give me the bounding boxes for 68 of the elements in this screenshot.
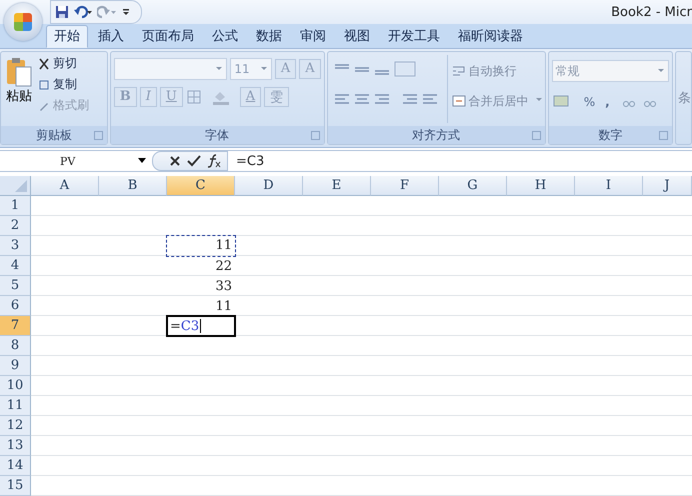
column-header[interactable]: B (99, 176, 167, 196)
column-header[interactable]: I (575, 176, 643, 196)
table-cell-text: 33 (215, 278, 233, 294)
ribbon-tab[interactable]: 数据 (248, 24, 290, 48)
column-header[interactable]: H (507, 176, 575, 196)
row-header[interactable]: 12 (0, 416, 31, 436)
column-header[interactable]: G (439, 176, 507, 196)
column-header[interactable]: J (643, 176, 692, 196)
formula-field[interactable]: =C3 (228, 154, 692, 168)
function-icon[interactable] (207, 154, 221, 168)
active-cell-input[interactable]: =C3 (166, 315, 236, 337)
table-cell-text: 22 (215, 258, 233, 274)
row-header[interactable]: 7 (0, 316, 31, 336)
group-label: 字体 (205, 126, 230, 144)
ribbon-tab[interactable]: 开发工具 (380, 24, 448, 48)
dialog-launcher-icon[interactable] (659, 131, 668, 140)
column-header[interactable]: D (235, 176, 303, 196)
window-title: Book2 - Micr (611, 4, 692, 20)
ribbon-tab[interactable]: 审阅 (292, 24, 334, 48)
row-header[interactable]: 1 (0, 196, 31, 216)
row-header[interactable]: 15 (0, 476, 31, 496)
scissors-icon (38, 58, 50, 70)
paste-button[interactable]: 粘贴 (4, 54, 34, 123)
copied-cell: 11 (167, 236, 235, 256)
row-header[interactable]: 6 (0, 296, 31, 316)
merge-cells-icon (452, 95, 466, 108)
cancel-icon[interactable] (169, 155, 181, 167)
ribbon-tab[interactable]: 页面布局 (134, 24, 202, 48)
ribbon-tab[interactable]: 视图 (336, 24, 378, 48)
wrap-text-icon (452, 65, 466, 78)
ribbon-tab[interactable]: 插入 (90, 24, 132, 48)
select-all-corner[interactable] (0, 176, 31, 196)
name-box[interactable]: PV (0, 151, 152, 171)
row-header[interactable]: 2 (0, 216, 31, 236)
dialog-launcher-icon[interactable] (94, 131, 103, 140)
dialog-launcher-icon[interactable] (532, 131, 541, 140)
ribbon-tab[interactable]: 福昕阅读器 (450, 24, 531, 48)
row-header[interactable]: 4 (0, 256, 31, 276)
column-header[interactable]: E (303, 176, 371, 196)
comma-button[interactable]: , (601, 94, 614, 109)
save-icon[interactable] (55, 5, 69, 19)
row-header[interactable]: 10 (0, 376, 31, 396)
check-icon[interactable] (187, 155, 201, 167)
column-header[interactable]: A (31, 176, 99, 196)
row-header[interactable]: 13 (0, 436, 31, 456)
clipboard-command[interactable]: 复制 (38, 76, 89, 94)
copy-icon (38, 78, 50, 91)
undo-icon[interactable] (73, 5, 93, 19)
ribbon-tab[interactable]: 开始 (46, 24, 88, 48)
office-button[interactable] (4, 3, 42, 41)
customize-icon[interactable] (121, 7, 131, 17)
dropdown-icon[interactable] (138, 158, 146, 164)
row-header[interactable]: 11 (0, 396, 31, 416)
group-label: 剪贴板 (36, 126, 72, 144)
column-header[interactable]: F (371, 176, 439, 196)
table-cell-text: 11 (215, 298, 233, 314)
percent-button[interactable]: % (580, 94, 600, 109)
ribbon-tab[interactable]: 公式 (204, 24, 246, 48)
column-header[interactable]: C (167, 176, 235, 196)
row-header[interactable]: 14 (0, 456, 31, 476)
clipboard-command[interactable]: 剪切 (38, 54, 89, 73)
group-label: 数字 (598, 126, 622, 144)
row-header[interactable]: 9 (0, 356, 31, 376)
row-header[interactable]: 5 (0, 276, 31, 296)
row-header[interactable]: 8 (0, 336, 31, 356)
group-label: 对齐方式 (412, 126, 460, 144)
row-header[interactable]: 3 (0, 236, 31, 256)
clipboard-icon (6, 56, 32, 87)
